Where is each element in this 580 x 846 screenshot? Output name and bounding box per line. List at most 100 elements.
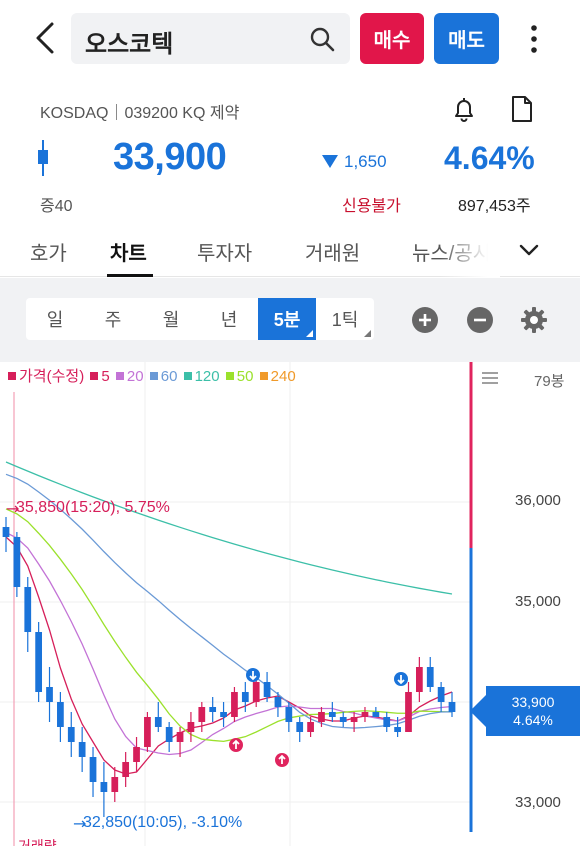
chart-canvas[interactable]: → → xyxy=(0,362,580,846)
candle-body xyxy=(13,537,21,587)
period-label: 주 xyxy=(104,310,122,330)
volume-pane-label: 거래량 xyxy=(18,838,57,846)
current-price-pointer xyxy=(470,694,487,728)
candle-body xyxy=(46,687,53,702)
period-label: 1틱 xyxy=(331,310,359,330)
legend-item: 240 xyxy=(259,368,297,385)
candle-body xyxy=(296,722,304,732)
chart-legend: 가격(수정) 5 20 60 120 50 240 xyxy=(8,365,298,386)
price-chart[interactable]: → → 가격(수정) 5 20 60 120 50 240 79봉 36,000… xyxy=(0,362,580,846)
buy-signal-icon xyxy=(229,738,243,752)
tab-orderbook[interactable]: 호가 xyxy=(30,237,67,266)
document-icon[interactable] xyxy=(509,95,535,123)
change-percent: 4.64% xyxy=(444,140,535,176)
candle-body xyxy=(154,717,162,727)
candle-body xyxy=(89,757,97,782)
candle-body xyxy=(165,727,173,742)
period-1tick[interactable]: 1틱 xyxy=(316,298,374,340)
candle-body xyxy=(448,702,456,712)
margin-rate: 증40 xyxy=(40,198,73,215)
candle-body xyxy=(426,667,434,687)
menu-icon[interactable] xyxy=(482,372,498,384)
zoom-in-icon[interactable] xyxy=(411,306,439,334)
legend-item: 50 xyxy=(225,368,259,385)
sell-signal-icon xyxy=(394,672,408,686)
candle-body xyxy=(122,762,130,777)
candle-body xyxy=(405,692,412,732)
candle-body xyxy=(372,712,380,717)
period-label: 5분 xyxy=(273,310,301,330)
back-arrow-icon[interactable] xyxy=(30,20,62,56)
candle-body xyxy=(187,722,195,732)
candle-body xyxy=(285,707,293,722)
chart-grid xyxy=(0,362,470,846)
period-label: 년 xyxy=(220,310,238,330)
candle-body xyxy=(361,712,369,717)
y-tick-label: 36,000 xyxy=(515,492,561,509)
candle-body xyxy=(2,527,10,537)
current-price-tag-pct: 4.64% xyxy=(513,712,553,728)
period-day[interactable]: 일 xyxy=(26,298,84,340)
candle-body xyxy=(274,697,282,707)
search-icon[interactable] xyxy=(308,25,336,53)
period-label: 월 xyxy=(162,310,180,330)
tab-bar: 호가 차트 투자자 거래원 뉴스/공시 xyxy=(0,225,580,277)
bell-icon[interactable] xyxy=(450,95,478,123)
candle-body xyxy=(100,782,108,792)
market-code-sector: KOSDAQ｜039200 KQ 제약 xyxy=(40,105,240,122)
candle-body xyxy=(383,717,391,727)
candle-body xyxy=(133,747,140,762)
current-price-tag: 33,900 4.64% xyxy=(486,686,580,736)
period-selector: 일 주 월 년 5분 1틱 xyxy=(26,298,374,340)
y-tick-label: 33,000 xyxy=(515,794,561,811)
candle-body xyxy=(24,587,32,632)
candle-body xyxy=(176,732,184,742)
candle-body xyxy=(57,702,64,727)
candle-indicator-icon xyxy=(38,140,48,176)
period-label: 일 xyxy=(46,310,64,330)
y-tick-label: 35,000 xyxy=(515,593,561,610)
ma-120-line xyxy=(5,461,453,595)
candle-body xyxy=(241,692,249,702)
tab-investor[interactable]: 투자자 xyxy=(197,237,252,266)
trade-volume: 897,453주 xyxy=(458,198,531,215)
candle-body xyxy=(67,727,75,742)
legend-item: 20 xyxy=(115,368,149,385)
period-5min[interactable]: 5분 xyxy=(258,298,316,340)
period-week[interactable]: 주 xyxy=(84,298,142,340)
more-vertical-icon[interactable] xyxy=(524,22,544,56)
bar-count: 79봉 xyxy=(534,373,565,390)
current-price-tag-value: 33,900 xyxy=(511,694,555,710)
top-bar: 오스코텍 매수 매도 xyxy=(0,0,580,78)
chevron-down-icon[interactable] xyxy=(518,239,540,261)
zoom-out-icon[interactable] xyxy=(466,306,494,334)
dropdown-corner-icon xyxy=(306,330,313,337)
price-change-value: 1,650 xyxy=(344,152,387,171)
buy-signal-icon xyxy=(275,753,289,767)
candle-body xyxy=(339,717,347,722)
period-month[interactable]: 월 xyxy=(142,298,200,340)
tab-chart[interactable]: 차트 xyxy=(110,237,147,266)
high-price-marker: 35,850(15:20), 5.75% xyxy=(16,499,170,516)
sell-button[interactable]: 매도 xyxy=(434,13,499,64)
candle-body xyxy=(394,727,401,732)
buy-button[interactable]: 매수 xyxy=(360,13,424,64)
credit-status: 신용불가 xyxy=(342,198,401,215)
candle-body xyxy=(263,682,271,697)
candle-body xyxy=(252,682,260,702)
period-year[interactable]: 년 xyxy=(200,298,258,340)
candle-body xyxy=(437,687,445,702)
gear-icon[interactable] xyxy=(520,306,548,334)
legend-item: 60 xyxy=(149,368,183,385)
tab-broker[interactable]: 거래원 xyxy=(305,237,360,266)
candle-body xyxy=(198,707,206,722)
stock-search-box[interactable]: 오스코텍 xyxy=(71,13,350,64)
tab-fade xyxy=(440,225,500,277)
candle-body xyxy=(111,777,119,792)
legend-item: 가격(수정) xyxy=(8,368,89,385)
candle-body xyxy=(35,632,43,692)
candlestick-series xyxy=(2,517,456,817)
stock-name: 오스코텍 xyxy=(85,31,174,58)
candle-body xyxy=(231,692,238,717)
candle-body xyxy=(307,722,314,732)
